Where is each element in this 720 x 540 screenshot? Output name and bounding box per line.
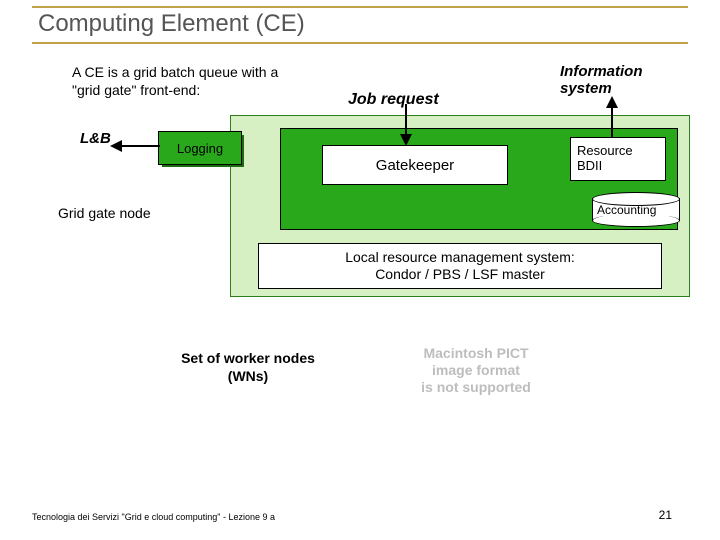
lrms-line1: Local resource management system: <box>345 249 575 266</box>
information-system-label: Information system <box>560 64 643 97</box>
footer-left: Tecnologia dei Servizi "Grid e cloud com… <box>32 512 275 522</box>
title-rule-top <box>32 6 688 8</box>
intro-text: A CE is a grid batch queue with a "grid … <box>72 64 282 99</box>
accounting-label: Accounting <box>597 203 656 217</box>
lrms-box: Local resource management system: Condor… <box>258 243 662 289</box>
pict-unsupported-placeholder: Macintosh PICT image format is not suppo… <box>386 345 566 395</box>
title-rule-bottom <box>32 42 688 44</box>
arrow-job-to-gatekeeper <box>398 104 414 146</box>
logging-block: Logging <box>158 131 240 167</box>
job-request-label: Job request <box>348 91 439 109</box>
footer-page-number: 21 <box>659 508 672 522</box>
resource-bdii-box: Resource BDII <box>570 137 666 181</box>
l-and-b-label: L&B <box>80 130 111 147</box>
gatekeeper-box: Gatekeeper <box>322 145 508 185</box>
grid-gate-node-label: Grid gate node <box>58 205 151 221</box>
slide: Computing Element (CE) A CE is a grid ba… <box>0 0 720 540</box>
page-title: Computing Element (CE) <box>38 10 305 38</box>
arrow-logging-to-lnb <box>110 138 160 154</box>
worker-nodes-label: Set of worker nodes (WNs) <box>148 350 348 385</box>
arrow-bdii-to-info <box>604 96 620 138</box>
logging-box: Logging <box>158 131 242 165</box>
lrms-line2: Condor / PBS / LSF master <box>375 266 545 283</box>
